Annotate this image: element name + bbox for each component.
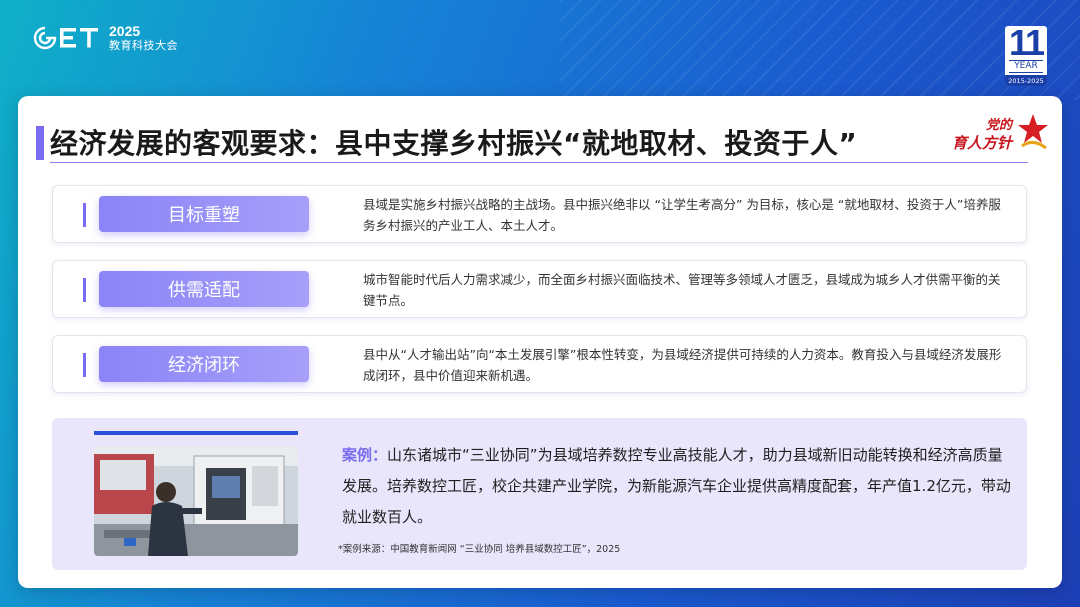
row-accent-bar [83,278,86,302]
title-underline [50,162,1028,163]
row-description: 县域是实施乡村振兴战略的主战场。县中振兴绝非以 “让学生考高分” 为目标，核心是… [363,197,1001,233]
case-separator: ： [372,446,388,464]
list-item: 供需适配 城市智能时代后人力需求减少，而全面乡村振兴面临技术、管理等多领域人才匮… [52,260,1027,318]
case-study-box: 案例：山东诸城市“三业协同”为县域培养数控专业高技能人才，助力县域新旧动能转换和… [52,418,1027,570]
row-accent-bar [83,353,86,377]
case-body: 山东诸城市“三业协同”为县域培养数控专业高技能人才，助力县域新旧动能转换和经济高… [342,446,1011,526]
logo-year: 2025 [109,23,141,39]
get-logo-mark [33,25,103,51]
logo-subtitle: 教育科技大会 [109,39,178,52]
case-source: *案例来源：中国教育新闻网 “三业协同 培养县域数控工匠”，2025 [338,544,621,555]
badge-label: YEAR [1009,60,1043,73]
list-item: 目标重塑 县域是实施乡村振兴战略的主战场。县中振兴绝非以 “让学生考高分” 为目… [52,185,1027,243]
row-label: 目标重塑 [99,196,309,232]
case-photo [94,446,298,556]
case-text: 案例：山东诸城市“三业协同”为县域培养数控专业高技能人才，助力县域新旧动能转换和… [342,440,1012,533]
row-description: 城市智能时代后人力需求减少，而全面乡村振兴面临技术、管理等多领域人才匮乏，县域成… [363,272,1001,308]
anniversary-badge: 11 YEAR 2015-2025 [1005,26,1047,86]
photo-accent-bar [94,431,298,435]
cnc-workshop-illustration [94,446,298,556]
emblem-line1: 党的 [986,118,1013,133]
slide-title: 经济发展的客观要求：县中支撑乡村振兴“就地取材、投资于人” [50,127,858,160]
badge-range: 2015-2025 [1005,75,1047,86]
list-item: 经济闭环 县中从“人才输出站”向“本土发展引擎”根本性转变，为县域经济提供可持续… [52,335,1027,393]
row-accent-bar [83,203,86,227]
row-label: 经济闭环 [99,346,309,382]
points-list: 目标重塑 县域是实施乡村振兴战略的主战场。县中振兴绝非以 “让学生考高分” 为目… [52,185,1027,410]
background-pattern [560,0,1080,100]
row-description: 县中从“人才输出站”向“本土发展引擎”根本性转变，为县域经济提供可持续的人力资本… [363,347,1002,383]
case-keyword: 案例 [342,446,373,464]
slide-card: 经济发展的客观要求：县中支撑乡村振兴“就地取材、投资于人” 党的 育人方针 目标… [18,96,1062,588]
title-accent-bar [36,126,44,160]
row-label: 供需适配 [99,271,309,307]
badge-number: 11 [1008,26,1045,63]
star-icon [1018,114,1048,150]
party-emblem: 党的 育人方针 [946,110,1048,158]
emblem-line2: 育人方针 [952,134,1013,152]
conference-logo: 2025 教育科技大会 [33,24,178,51]
